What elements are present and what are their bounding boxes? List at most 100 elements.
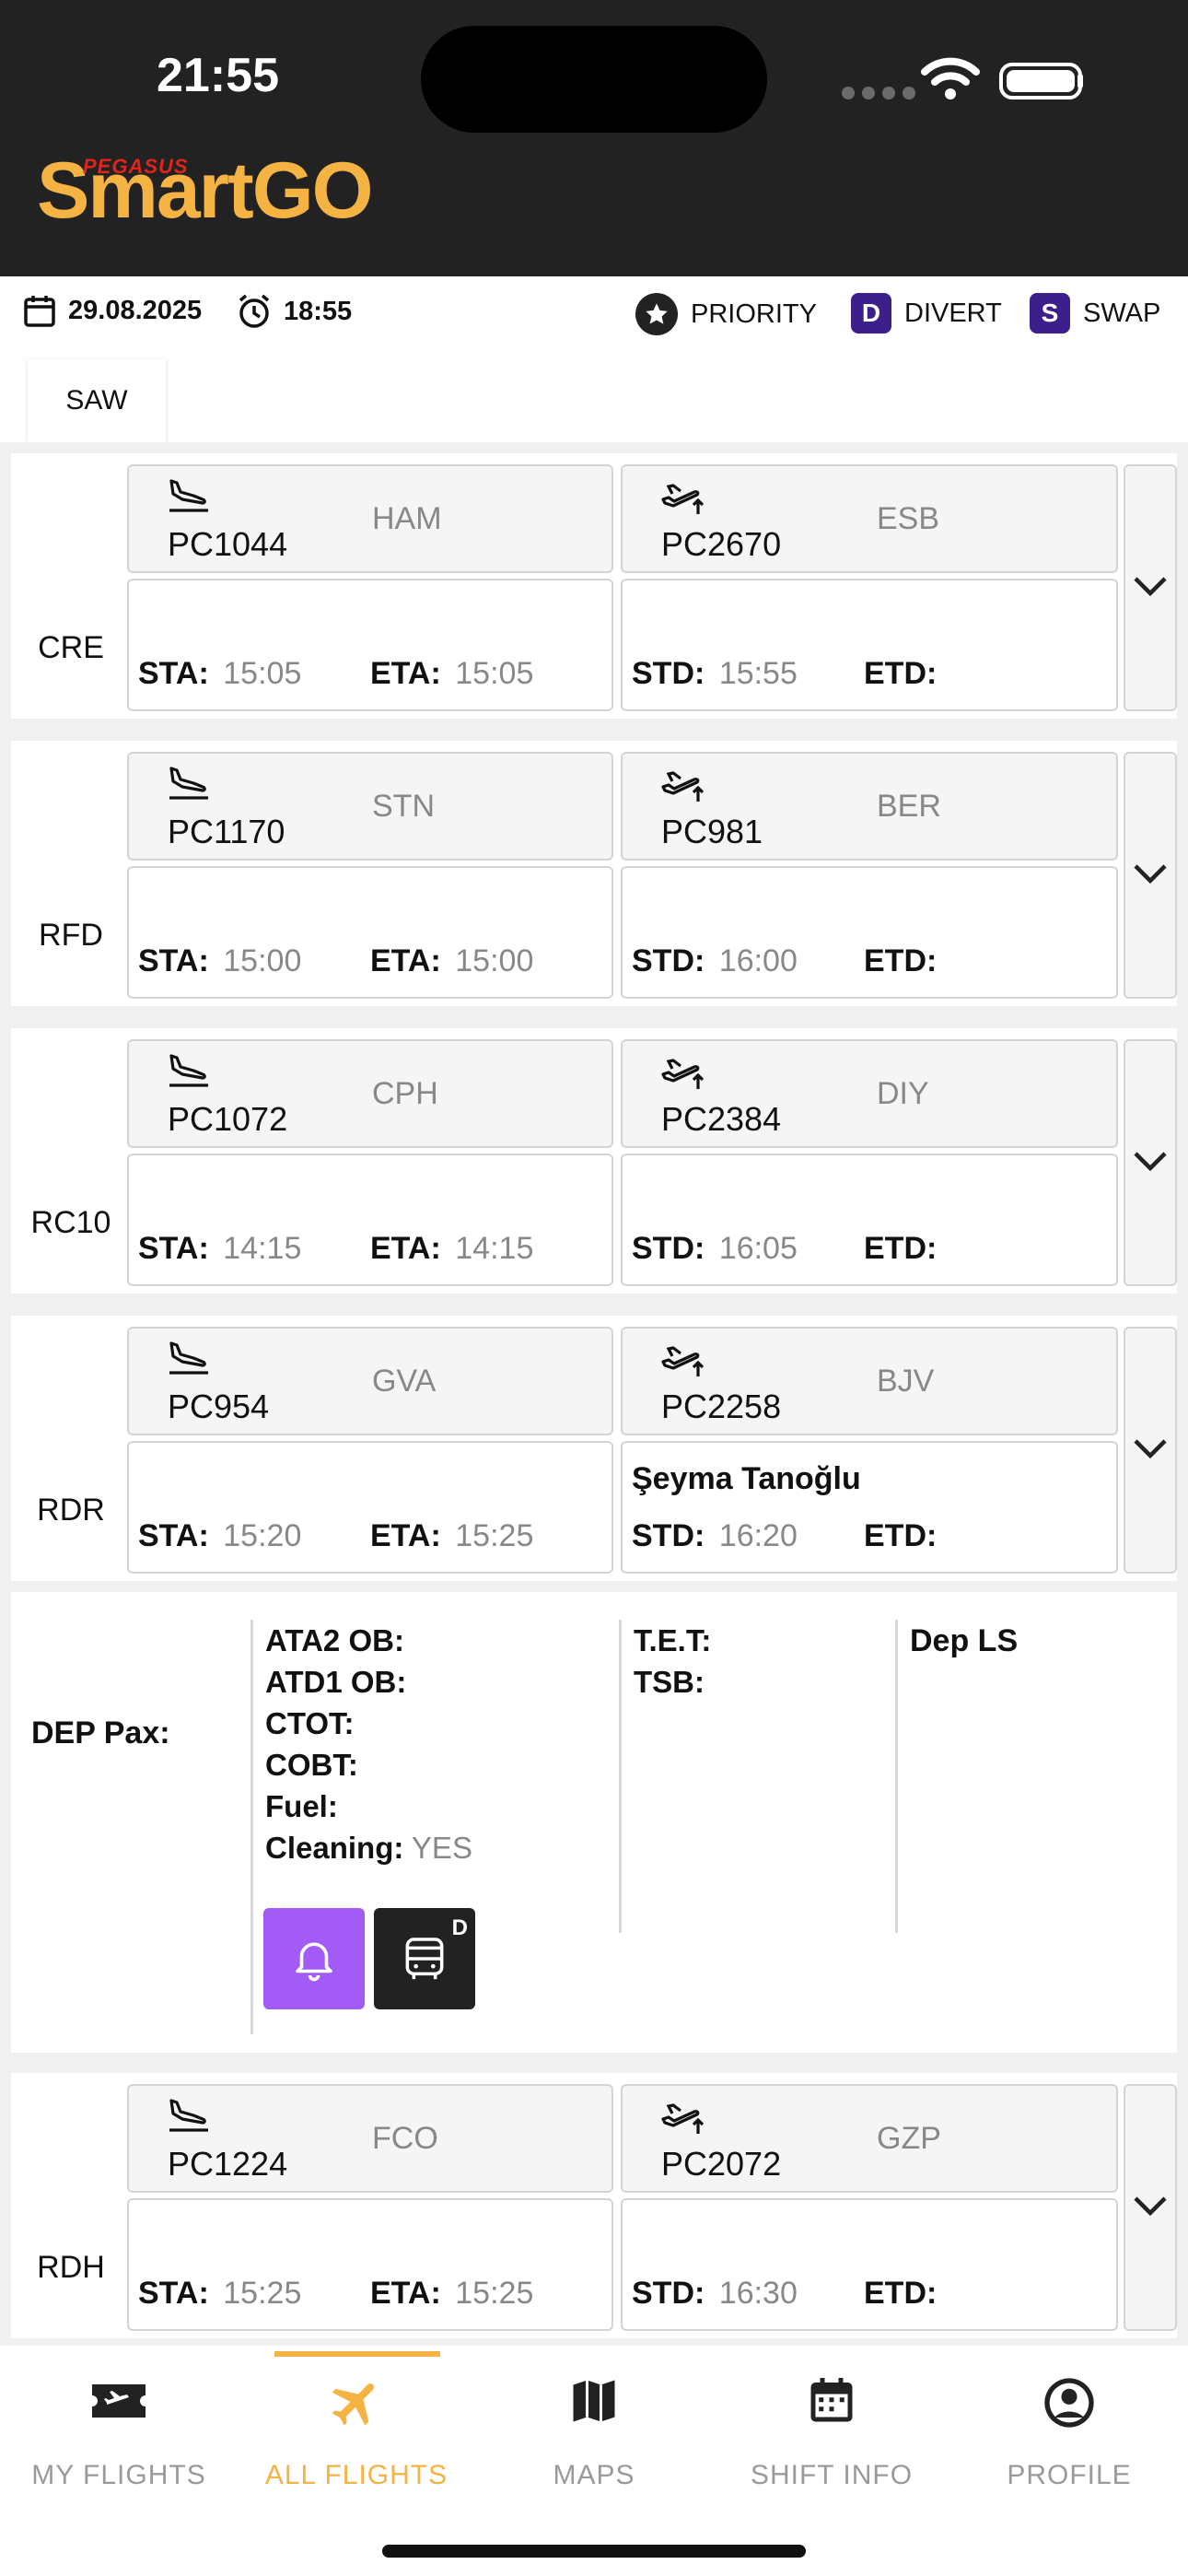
flight-card[interactable]: RFD PC1170 STN STA: 15:00 ETA: 15:00 PC981 BER… xyxy=(11,741,1177,1006)
flight-detail-panel: DEP Pax: ATA2 OB: ATD1 OB: CTOT: COBT: F… xyxy=(11,1592,1177,2053)
arrival-flight-box[interactable]: PC1224 FCO xyxy=(127,2084,613,2193)
cellular-signal-icon xyxy=(842,87,915,100)
home-indicator xyxy=(382,2545,806,2558)
eta-label: ETA: xyxy=(370,943,441,978)
map-icon xyxy=(573,2380,615,2422)
notification-button[interactable] xyxy=(263,1908,365,2009)
legend-divert-label: DIVERT xyxy=(904,298,1002,328)
detail-row: Cleaning: YES xyxy=(265,1827,472,1868)
expand-button[interactable] xyxy=(1124,1327,1177,1574)
stand-label: RC10 xyxy=(30,1205,111,1240)
legend-swap: S SWAP xyxy=(1030,293,1160,334)
departure-flight-box[interactable]: PC2384 DIY xyxy=(621,1039,1118,1148)
arrival-airport: HAM xyxy=(372,501,442,536)
sta-label: STA: xyxy=(138,1231,209,1266)
std-label: STD: xyxy=(632,1231,705,1266)
eta-row: ETA: 15:05 xyxy=(370,656,533,692)
eta-row: ETA: 15:25 xyxy=(370,2276,533,2312)
departure-flight-box[interactable]: PC2072 GZP xyxy=(621,2084,1118,2193)
std-label: STD: xyxy=(632,656,705,691)
arrival-flight-box[interactable]: PC1170 STN xyxy=(127,752,613,861)
plane-departure-icon xyxy=(659,2093,705,2140)
expand-button[interactable] xyxy=(1124,752,1177,999)
flight-card[interactable]: RDR PC954 GVA STA: 15:20 ETA: 15:25 PC2258 BJV… xyxy=(11,1316,1177,1581)
agent-name: Şeyma Tanoğlu xyxy=(632,1461,861,1496)
flight-card[interactable]: CRE PC1044 HAM STA: 15:05 ETA: 15:05 PC2670 ES… xyxy=(11,453,1177,719)
sta-row: STA: 15:00 xyxy=(138,943,301,979)
sta-label: STA: xyxy=(138,1518,209,1553)
nav-maps[interactable]: MAPS xyxy=(475,2346,713,2502)
std-row: STD: 15:55 xyxy=(632,656,798,692)
app-logo-brand: PEGASUS xyxy=(83,155,189,178)
sta-label: STA: xyxy=(138,656,209,691)
arrival-times-box: STA: 15:20 ETA: 15:25 xyxy=(127,1441,613,1574)
detail-row: TSB: xyxy=(634,1661,705,1703)
eta-label: ETA: xyxy=(370,2276,441,2311)
expand-button[interactable] xyxy=(1124,1039,1177,1286)
std-row: STD: 16:20 xyxy=(632,1518,798,1554)
std-value: 16:20 xyxy=(718,1518,798,1553)
detail-label: COBT: xyxy=(265,1748,358,1782)
eta-value: 15:05 xyxy=(455,656,534,691)
bus-icon xyxy=(405,1938,444,1980)
etd-row: ETD: xyxy=(864,1518,942,1554)
etd-label: ETD: xyxy=(864,656,938,691)
etd-label: ETD: xyxy=(864,2276,938,2311)
sta-value: 14:15 xyxy=(223,1231,302,1266)
plane-arrival-icon xyxy=(166,1336,212,1383)
etd-row: ETD: xyxy=(864,2276,942,2312)
detail-label: Cleaning: xyxy=(265,1831,404,1865)
chevron-down-icon xyxy=(1132,1437,1169,1464)
eta-label: ETA: xyxy=(370,1231,441,1266)
departure-flight-box[interactable]: PC981 BER xyxy=(621,752,1118,861)
arrival-flight-number: PC1224 xyxy=(168,2145,288,2183)
nav-all-flights[interactable]: ALL FLIGHTS xyxy=(238,2346,475,2502)
info-bar: 29.08.2025 18:55 PRIORITY D DIVERT S SWA… xyxy=(0,276,1188,350)
expand-button[interactable] xyxy=(1124,2084,1177,2331)
arrival-flight-number: PC1170 xyxy=(168,813,285,850)
ticket-plane-icon xyxy=(92,2384,146,2418)
detail-row: T.E.T: xyxy=(634,1620,711,1661)
bottom-nav: MY FLIGHTS ALL FLIGHTS MAPS SHIFT INFO P… xyxy=(0,2346,1188,2576)
departure-flight-box[interactable]: PC2670 ESB xyxy=(621,464,1118,573)
flight-card[interactable]: RDH PC1224 FCO STA: 15:25 ETA: 15:25 PC2072 GZ… xyxy=(11,2073,1177,2338)
expand-button[interactable] xyxy=(1124,464,1177,711)
eta-row: ETA: 15:00 xyxy=(370,943,533,979)
arrival-times-box: STA: 14:15 ETA: 14:15 xyxy=(127,1153,613,1286)
sta-value: 15:20 xyxy=(223,1518,302,1553)
divider xyxy=(250,1620,253,2034)
arrival-flight-box[interactable]: PC954 GVA xyxy=(127,1327,613,1435)
wifi-icon xyxy=(921,57,980,100)
departure-airport: GZP xyxy=(877,2121,941,2156)
flight-card[interactable]: RC10 PC1072 CPH STA: 14:15 ETA: 14:15 PC2384 D… xyxy=(11,1028,1177,1294)
arrival-airport: FCO xyxy=(372,2121,438,2156)
battery-tip xyxy=(1077,74,1083,88)
nav-shift-info[interactable]: SHIFT INFO xyxy=(713,2346,950,2502)
divider xyxy=(895,1620,898,1933)
detail-row: CTOT: xyxy=(265,1703,355,1744)
stand-label: RDR xyxy=(37,1493,105,1528)
arrival-times-box: STA: 15:05 ETA: 15:05 xyxy=(127,579,613,711)
std-value: 16:05 xyxy=(718,1231,798,1266)
arrival-flight-box[interactable]: PC1044 HAM xyxy=(127,464,613,573)
nav-my-flights[interactable]: MY FLIGHTS xyxy=(0,2346,238,2502)
departure-flight-box[interactable]: PC2258 BJV xyxy=(621,1327,1118,1435)
divider xyxy=(619,1620,622,1933)
arrival-flight-box[interactable]: PC1072 CPH xyxy=(127,1039,613,1148)
plane-departure-icon xyxy=(659,1048,705,1095)
departure-flight-number: PC2258 xyxy=(661,1388,782,1425)
detail-row: Fuel: xyxy=(265,1786,338,1827)
sta-row: STA: 15:25 xyxy=(138,2276,301,2312)
station-tab-saw[interactable]: SAW xyxy=(28,359,166,442)
eta-row: ETA: 14:15 xyxy=(370,1231,533,1267)
arrival-flight-number: PC1072 xyxy=(168,1100,288,1138)
bus-button[interactable]: D xyxy=(374,1908,475,2009)
nav-profile[interactable]: PROFILE xyxy=(950,2346,1188,2502)
departure-times-box: STD: 15:55 ETD: xyxy=(621,579,1118,711)
arrival-airport: GVA xyxy=(372,1364,437,1399)
eta-label: ETA: xyxy=(370,1518,441,1553)
departure-flight-number: PC981 xyxy=(661,813,763,850)
sta-value: 15:05 xyxy=(223,656,302,691)
departure-times-box: STD: 16:30 ETD: xyxy=(621,2198,1118,2331)
departure-flight-number: PC2384 xyxy=(661,1100,782,1138)
